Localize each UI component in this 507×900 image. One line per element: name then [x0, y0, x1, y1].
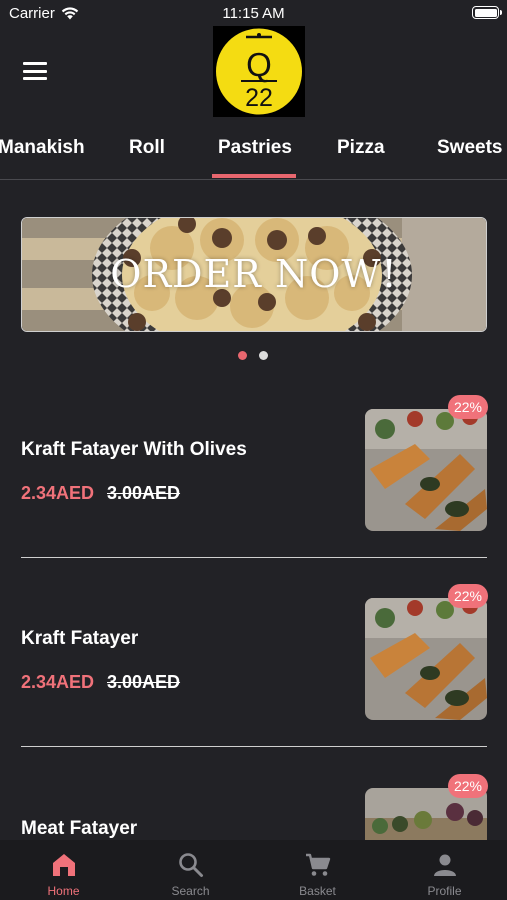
search-icon	[178, 853, 203, 877]
product-divider	[21, 746, 487, 747]
product-price: 2.34AED	[21, 483, 95, 503]
tab-profile[interactable]: Profile	[381, 840, 507, 900]
home-icon	[52, 854, 75, 876]
status-bar: Carrier 11:15 AM	[0, 0, 507, 26]
discount-badge: 22%	[448, 584, 488, 608]
menu-button[interactable]	[22, 60, 48, 82]
product-image	[365, 409, 487, 531]
category-tab-roll[interactable]: Roll	[129, 137, 165, 159]
active-category-indicator	[212, 174, 296, 178]
tab-label: Profile	[427, 884, 462, 898]
banner-headline: ORDER NOW!	[110, 252, 398, 296]
tab-label: Home	[47, 884, 80, 898]
tab-label: Search	[171, 884, 210, 898]
product-name: Kraft Fatayer	[21, 628, 139, 649]
product-divider	[21, 557, 487, 558]
menu-line	[23, 62, 47, 65]
product-card[interactable]: Meat Fatayer 22%	[21, 774, 488, 840]
cart-icon	[305, 853, 330, 876]
category-tabs: Manakish Roll Pastries Pizza Sweets	[0, 125, 507, 180]
status-time: 11:15 AM	[222, 5, 285, 22]
menu-line	[23, 69, 47, 73]
tab-search[interactable]: Search	[127, 840, 254, 900]
product-price: 2.34AED	[21, 672, 95, 692]
person-icon	[433, 854, 456, 876]
carousel-dot[interactable]	[259, 351, 268, 360]
category-tab-pizza[interactable]: Pizza	[337, 137, 385, 159]
category-tab-sweets[interactable]: Sweets	[437, 137, 502, 159]
promo-banner[interactable]: ORDER NOW!	[21, 217, 487, 332]
menu-line	[23, 77, 47, 80]
battery-icon	[472, 6, 502, 19]
product-image	[365, 598, 487, 720]
product-name: Meat Fatayer	[21, 818, 138, 839]
tab-label: Basket	[299, 884, 336, 898]
svg-text:Q: Q	[246, 46, 272, 83]
category-tab-pastries[interactable]: Pastries	[218, 137, 292, 159]
bottom-tab-bar: Home Search Basket Profile	[0, 840, 507, 900]
category-tab-manakish[interactable]: Manakish	[0, 137, 85, 159]
product-name: Kraft Fatayer With Olives	[21, 439, 247, 460]
tab-basket[interactable]: Basket	[254, 840, 381, 900]
tab-home[interactable]: Home	[0, 840, 127, 900]
svg-text:22: 22	[245, 84, 273, 112]
product-old-price: 3.00AED	[107, 483, 181, 503]
carousel-dot-active[interactable]	[238, 351, 247, 360]
carousel-dots	[238, 351, 268, 360]
discount-badge: 22%	[448, 774, 488, 798]
discount-badge: 22%	[448, 395, 488, 419]
product-card[interactable]: Kraft Fatayer With Olives 2.34AED 3.00AE…	[21, 395, 488, 531]
app-logo: Q 22	[213, 26, 305, 117]
product-old-price: 3.00AED	[107, 672, 181, 692]
product-card[interactable]: Kraft Fatayer 2.34AED 3.00AED 22%	[21, 584, 488, 720]
q22-logo: Q 22	[216, 28, 302, 115]
